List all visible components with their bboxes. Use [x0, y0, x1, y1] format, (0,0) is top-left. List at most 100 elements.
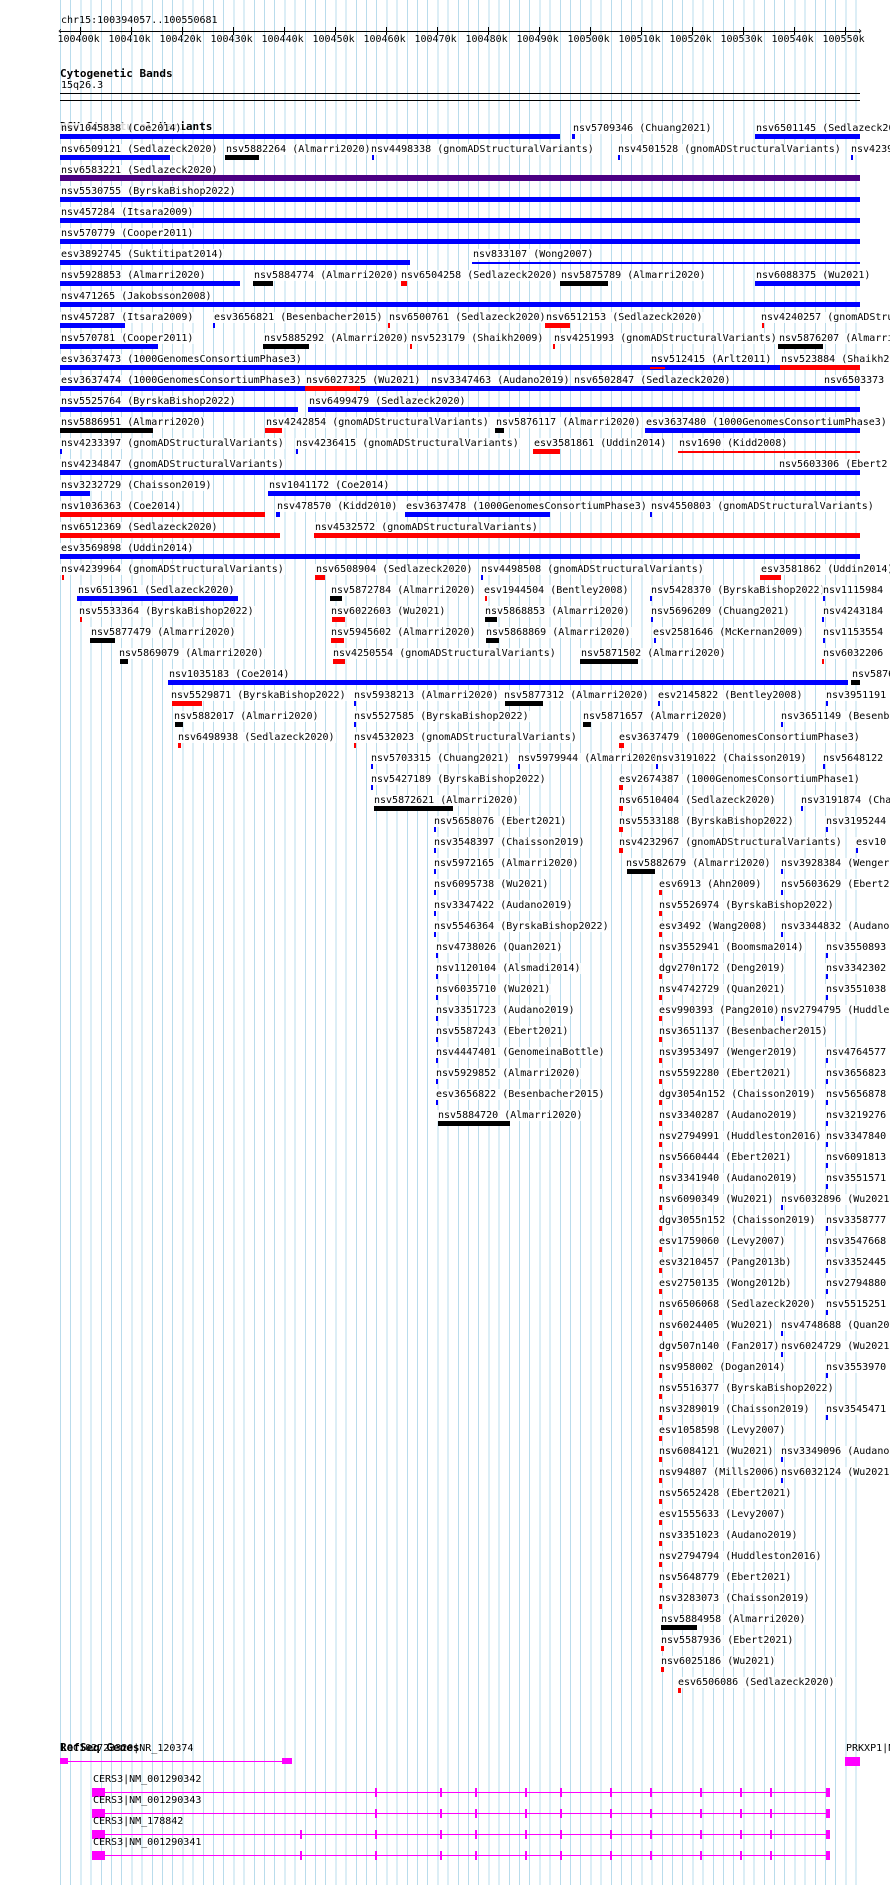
sv-feature-label[interactable]: nsv5516377 (ByrskaBishop2022) [658, 1383, 835, 1394]
gene-exon[interactable] [650, 1830, 652, 1839]
gene-exon[interactable] [845, 1757, 860, 1766]
sv-feature-bar[interactable] [826, 1373, 828, 1378]
sv-feature-bar[interactable] [60, 323, 125, 328]
sv-feature-label[interactable]: nsv3283073 (Chaisson2019) [658, 1593, 811, 1604]
sv-feature-label[interactable]: esv3637478 (1000GenomesConsortiumPhase3) [405, 501, 648, 512]
gene-exon[interactable] [826, 1788, 830, 1797]
sv-feature-label[interactable]: nsv5652428 (Ebert2021) [658, 1488, 793, 1499]
sv-feature-bar[interactable] [332, 617, 345, 622]
gene-label[interactable]: CERS3|NM_001290343 [92, 1795, 202, 1806]
gene-label[interactable]: PRKXP1|N [845, 1743, 890, 1754]
sv-feature-label[interactable]: nsv5886951 (Almarri2020) [60, 417, 207, 428]
sv-feature-label[interactable]: nsv3651149 (Besenb [780, 711, 890, 722]
sv-feature-label[interactable]: nsv5945602 (Almarri2020) [330, 627, 477, 638]
sv-feature-label[interactable]: nsv3553970 [825, 1362, 888, 1373]
sv-feature-bar[interactable] [645, 428, 860, 433]
gene-exon[interactable] [770, 1809, 772, 1818]
sv-feature-label[interactable]: esv3892745 (Suktitipat2014) [60, 249, 225, 260]
sv-feature-bar[interactable] [354, 743, 356, 748]
sv-feature-bar[interactable] [265, 428, 282, 433]
sv-feature-bar[interactable] [60, 218, 860, 223]
sv-feature-bar[interactable] [434, 890, 436, 895]
sv-feature-label[interactable]: nsv6513961 (Sedlazeck2020) [77, 585, 236, 596]
gene-exon[interactable] [440, 1830, 442, 1839]
gene-exon[interactable] [375, 1809, 377, 1818]
sv-feature-label[interactable]: nsv4764577 [825, 1047, 888, 1058]
sv-feature-bar[interactable] [580, 659, 638, 664]
sv-feature-label[interactable]: nsv4243184 ( [822, 606, 890, 617]
sv-feature-label[interactable]: esv2674387 (1000GenomesConsortiumPhase1) [618, 774, 861, 785]
sv-feature-bar[interactable] [560, 281, 608, 286]
sv-feature-bar[interactable] [618, 155, 620, 160]
sv-feature-bar[interactable] [436, 974, 438, 979]
sv-feature-bar[interactable] [60, 281, 240, 286]
gene-exon[interactable] [770, 1851, 772, 1860]
sv-feature-label[interactable]: esv990393 (Pang2010) [658, 1005, 781, 1016]
sv-feature-bar[interactable] [583, 722, 591, 727]
sv-feature-label[interactable]: nsv5515251 [825, 1299, 888, 1310]
sv-feature-label[interactable]: nsv3344832 (Audano [780, 921, 890, 932]
sv-feature-bar[interactable] [120, 659, 128, 664]
sv-feature-bar[interactable] [826, 1184, 828, 1189]
gene-exon[interactable] [650, 1788, 652, 1797]
sv-feature-label[interactable]: nsv2794880 [825, 1278, 888, 1289]
sv-feature-bar[interactable] [60, 533, 280, 538]
sv-feature-label[interactable]: nsv1153554 [822, 627, 885, 638]
sv-feature-label[interactable]: nsv5526974 (ByrskaBishop2022) [658, 900, 835, 911]
sv-feature-bar[interactable] [90, 638, 115, 643]
gene-exon[interactable] [826, 1809, 830, 1818]
sv-feature-bar[interactable] [315, 575, 325, 580]
sv-feature-label[interactable]: nsv3219276 [825, 1110, 888, 1121]
sv-feature-label[interactable]: esv3656822 (Besenbacher2015) [435, 1089, 606, 1100]
sv-feature-label[interactable]: nsv5529871 (ByrskaBishop2022) [170, 690, 347, 701]
sv-feature-bar[interactable] [572, 134, 575, 139]
sv-feature-label[interactable]: nsv6024729 (Wu2021 [780, 1341, 890, 1352]
sv-feature-label[interactable]: nsv4251993 (gnomADStructuralVariants) [553, 333, 778, 344]
gene-exon[interactable] [375, 1830, 377, 1839]
gene-exon[interactable] [700, 1830, 702, 1839]
sv-feature-bar[interactable] [823, 596, 825, 601]
sv-feature-bar[interactable] [823, 638, 825, 643]
sv-feature-label[interactable]: nsv523884 (Shaikh2 [780, 354, 890, 365]
sv-feature-label[interactable]: nsv5603306 (Ebert2 [778, 459, 889, 470]
sv-feature-bar[interactable] [410, 344, 412, 349]
sv-feature-bar[interactable] [656, 764, 658, 769]
sv-feature-bar[interactable] [659, 1457, 662, 1462]
sv-feature-label[interactable]: esv1759060 (Levy2007) [658, 1236, 787, 1247]
sv-feature-label[interactable]: nsv4748688 (Quan20 [780, 1320, 890, 1331]
sv-feature-bar[interactable] [60, 155, 170, 160]
sv-feature-label[interactable]: nsv5587936 (Ebert2021) [660, 1635, 795, 1646]
sv-feature-bar[interactable] [801, 806, 803, 811]
sv-feature-bar[interactable] [826, 953, 828, 958]
sv-feature-label[interactable]: nsv3352445 [825, 1257, 888, 1268]
sv-feature-label[interactable]: nsv5648122 [822, 753, 885, 764]
gene-exon[interactable] [60, 1758, 68, 1764]
sv-feature-label[interactable]: nsv4240257 (gnomADStru [760, 312, 890, 323]
sv-feature-bar[interactable] [372, 155, 374, 160]
sv-feature-bar[interactable] [62, 575, 64, 580]
sv-feature-label[interactable]: nsv5709346 (Chuang2021) [572, 123, 713, 134]
sv-feature-label[interactable]: nsv6032896 (Wu2021 [780, 1194, 890, 1205]
sv-feature-label[interactable]: nsv5428370 (ByrskaBishop2022) [650, 585, 827, 596]
sv-feature-label[interactable]: nsv6035710 (Wu2021) [435, 984, 552, 995]
sv-feature-label[interactable]: nsv4250554 (gnomADStructuralVariants) [332, 648, 557, 659]
sv-feature-label[interactable]: nsv6512369 (Sedlazeck2020) [60, 522, 219, 533]
sv-feature-bar[interactable] [60, 470, 860, 475]
sv-feature-bar[interactable] [781, 1205, 783, 1210]
sv-feature-bar[interactable] [308, 407, 860, 412]
sv-feature-label[interactable]: nsv6510404 (Sedlazeck2020) [618, 795, 777, 806]
sv-feature-bar[interactable] [822, 617, 824, 622]
sv-feature-label[interactable]: nsv5656878 [825, 1089, 888, 1100]
gene-intron-line[interactable] [92, 1792, 830, 1793]
sv-feature-bar[interactable] [661, 1646, 664, 1651]
sv-feature-label[interactable]: nsv4234847 (gnomADStructuralVariants) [60, 459, 285, 470]
sv-feature-label[interactable]: nsv1041172 (Coe2014) [268, 480, 391, 491]
sv-feature-bar[interactable] [60, 197, 860, 202]
sv-feature-label[interactable]: nsv3547668 [825, 1236, 888, 1247]
sv-feature-bar[interactable] [314, 533, 860, 538]
gene-intron-line[interactable] [92, 1834, 830, 1835]
gene-exon[interactable] [525, 1830, 527, 1839]
sv-feature-bar[interactable] [780, 365, 860, 370]
sv-feature-bar[interactable] [755, 134, 860, 139]
gene-exon[interactable] [560, 1830, 562, 1839]
